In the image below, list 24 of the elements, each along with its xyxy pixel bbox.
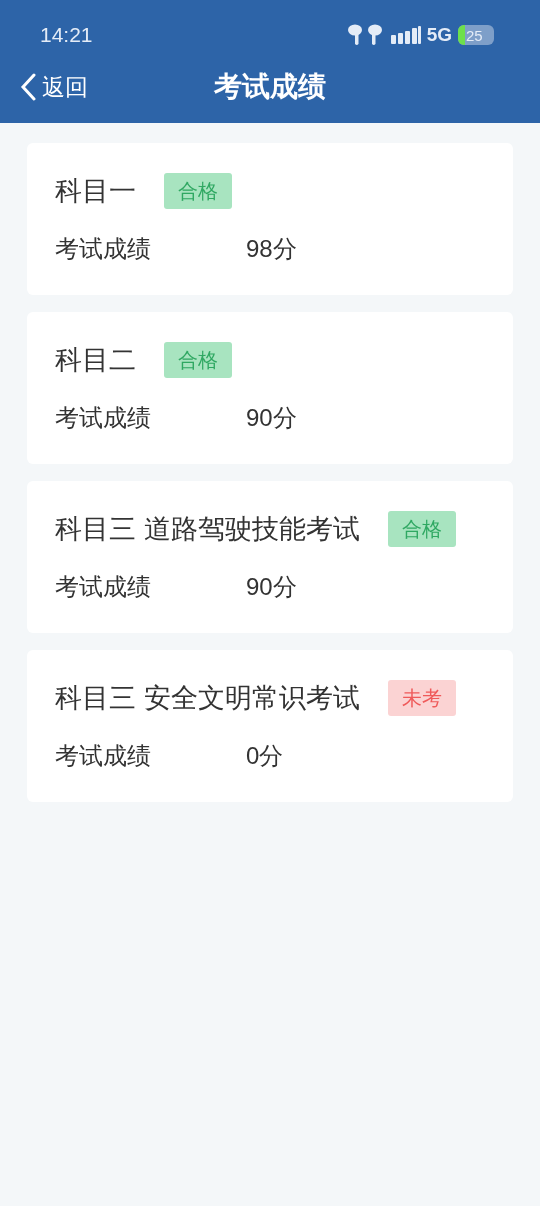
status-tag: 未考 — [387, 680, 456, 716]
score-value: 90分 — [246, 572, 297, 603]
back-button[interactable]: 返回 — [0, 69, 88, 105]
earbuds-icon — [346, 24, 385, 46]
signal-icon — [390, 26, 421, 44]
status-tag: 合格 — [387, 511, 456, 547]
subject-title: 科目二 — [55, 343, 136, 377]
score-label: 考试成绩 — [55, 403, 152, 434]
status-tag: 合格 — [164, 342, 232, 378]
score-value: 90分 — [246, 403, 297, 434]
score-value: 98分 — [246, 234, 297, 265]
score-label: 考试成绩 — [55, 572, 152, 603]
back-chevron-icon — [20, 73, 36, 101]
score-label: 考试成绩 — [55, 234, 152, 265]
battery-indicator: 25 — [458, 25, 494, 45]
status-time: 14:21 — [40, 22, 93, 49]
score-value: 0分 — [246, 741, 284, 772]
network-type: 5G — [426, 22, 452, 47]
subject-title: 科目一 — [55, 174, 136, 208]
subject-title: 科目三 安全文明常识考试 — [55, 681, 360, 715]
status-tag: 合格 — [164, 173, 232, 209]
score-label: 考试成绩 — [55, 741, 152, 772]
subject-title: 科目三 道路驾驶技能考试 — [55, 512, 360, 546]
page-title: 考试成绩 — [214, 70, 326, 104]
